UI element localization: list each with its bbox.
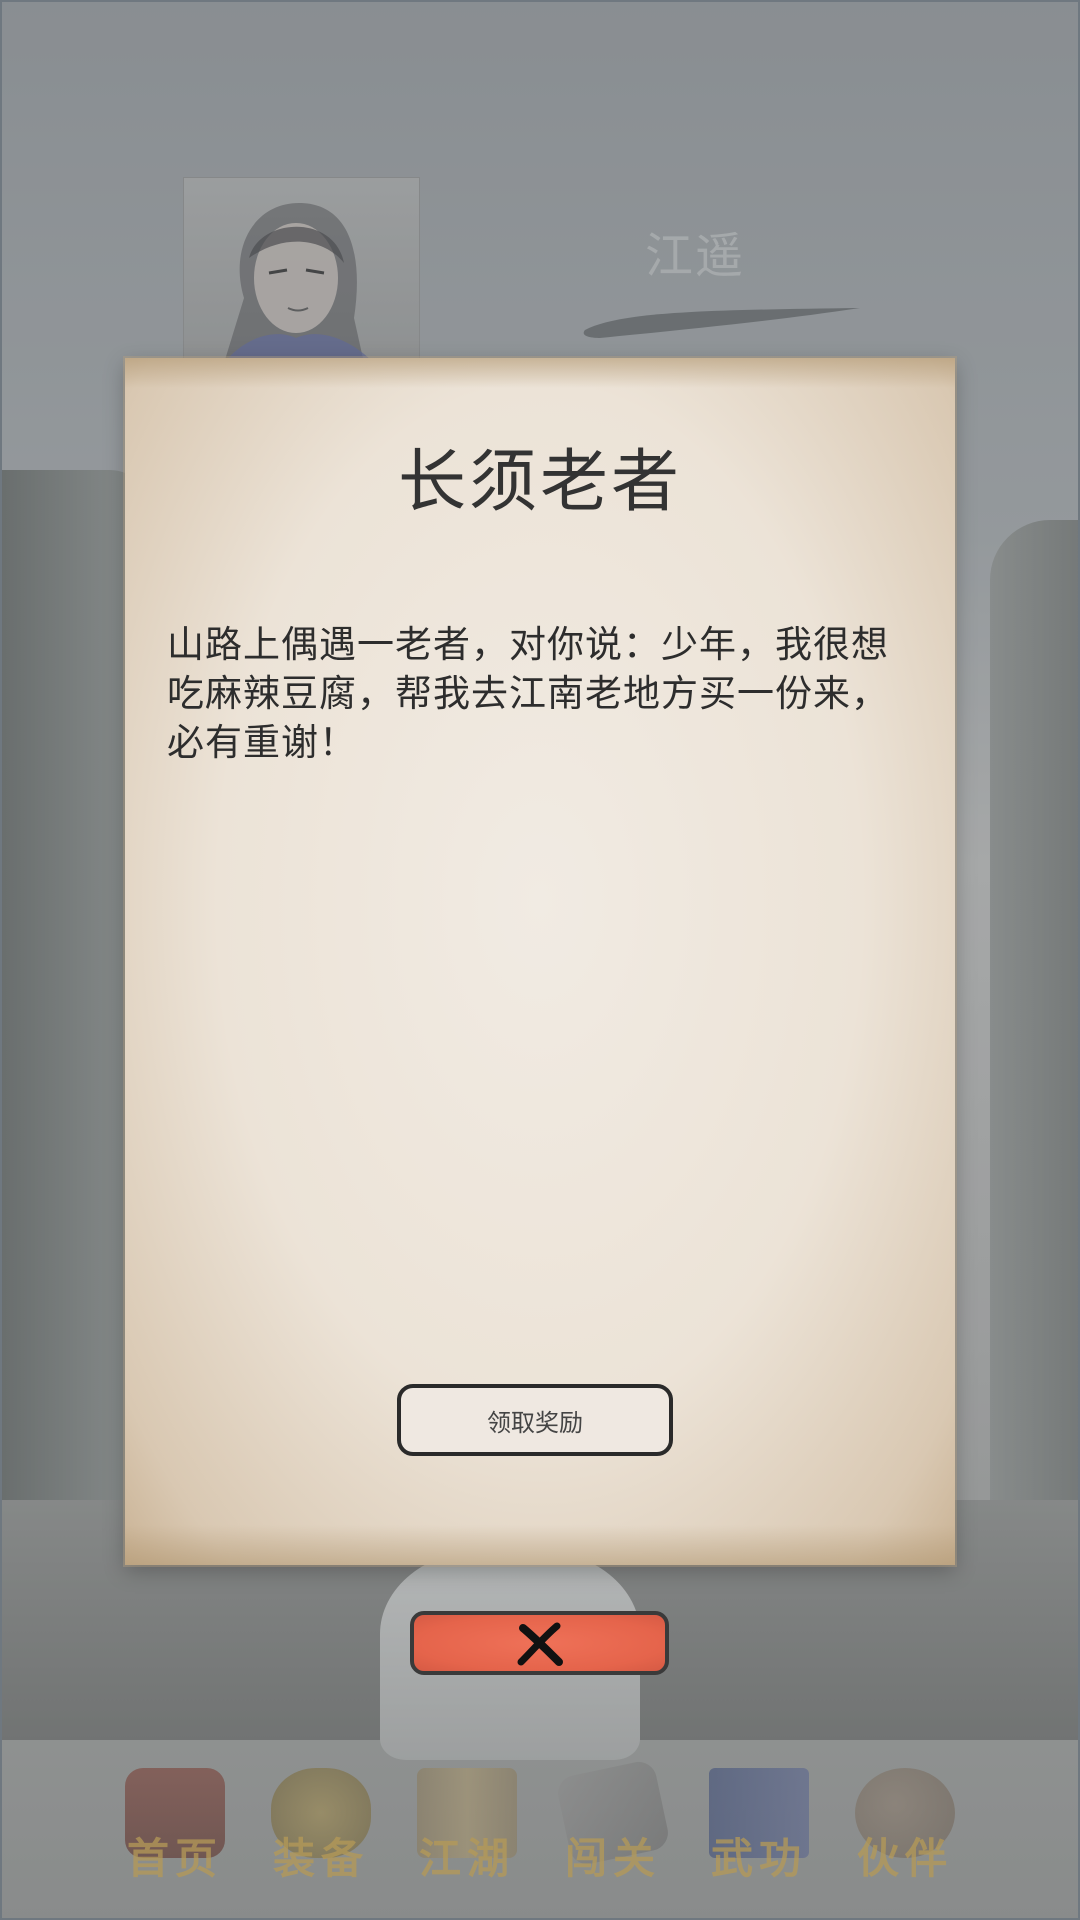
screen-frame — [0, 0, 1080, 1920]
